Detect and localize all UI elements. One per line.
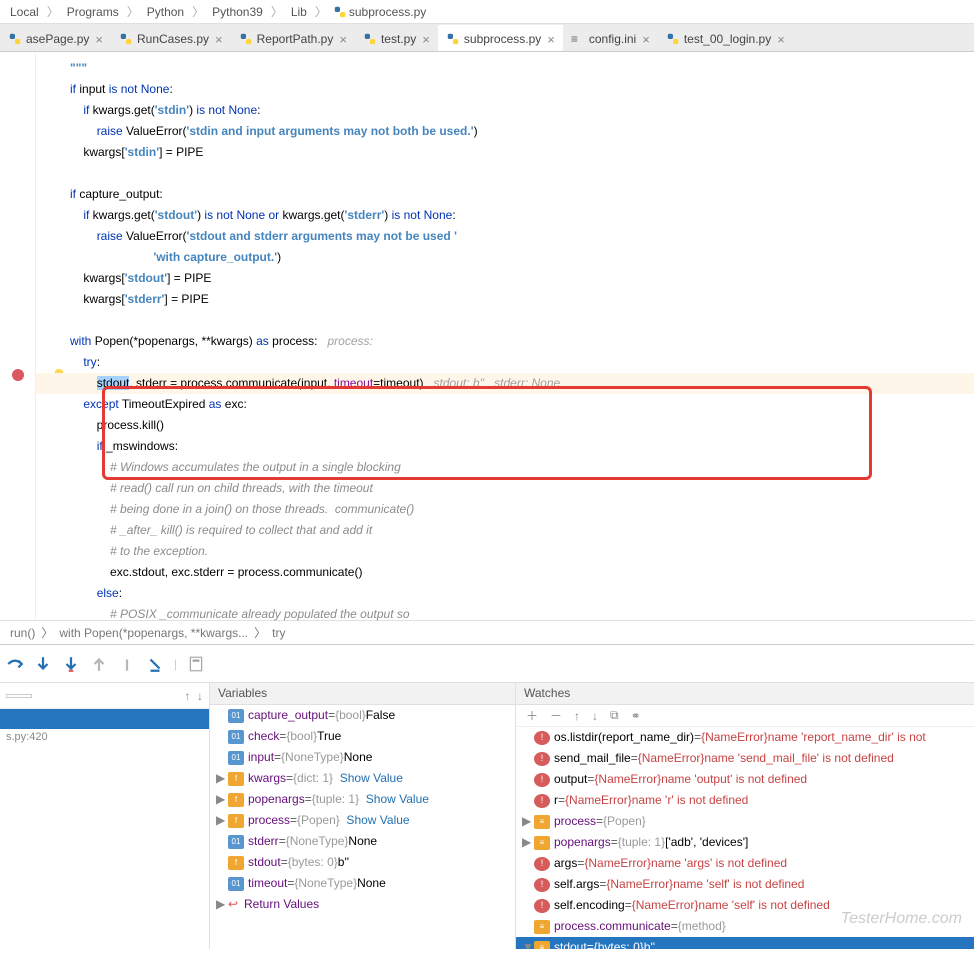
variable-row[interactable]: ▶fprocess = {Popen} Show Value [210, 810, 515, 831]
watch-row[interactable]: !r = {NameError}name 'r' is not defined [516, 790, 974, 811]
watch-row[interactable]: !os.listdir(report_name_dir) = {NameErro… [516, 727, 974, 748]
watches-header: Watches [516, 683, 974, 705]
thread-selector[interactable] [6, 694, 32, 698]
breakpoint-marker[interactable] [12, 369, 24, 381]
tab-close-icon[interactable]: × [339, 32, 347, 47]
variable-row[interactable]: fstdout = {bytes: 0} b'' [210, 852, 515, 873]
editor-tab[interactable]: ≡config.ini× [563, 25, 658, 51]
watch-row[interactable]: ▶≡popenargs = {tuple: 1} ['adb', 'device… [516, 832, 974, 853]
crumb-item[interactable]: Lib [289, 5, 309, 19]
watch-row[interactable]: ▶≡process = {Popen} [516, 811, 974, 832]
editor-tab[interactable]: test_00_login.py× [658, 25, 793, 51]
variables-pane: Variables 01capture_output = {bool} Fals… [210, 683, 516, 949]
step-over-icon[interactable] [6, 655, 24, 673]
variable-row[interactable]: 01check = {bool} True [210, 726, 515, 747]
crumb-fn[interactable]: run() [10, 626, 35, 640]
python-file-icon [333, 5, 347, 19]
variable-row[interactable]: 01capture_output = {bool} False [210, 705, 515, 726]
tab-close-icon[interactable]: × [215, 32, 223, 47]
tab-close-icon[interactable]: × [422, 32, 430, 47]
debug-panel: | ↑ ↓ s.py:420 Variables 01capture_outpu… [0, 644, 974, 949]
watch-row[interactable]: !send_mail_file = {NameError}name 'send_… [516, 748, 974, 769]
editor-tab[interactable]: ReportPath.py× [231, 25, 355, 51]
crumb-item[interactable]: Python [145, 5, 186, 19]
watches-toolbar: ＋ － ↑ ↓ ⧉ ⚭ [516, 705, 974, 727]
frame-entry[interactable]: s.py:420 [0, 729, 209, 745]
editor-tabs: asePage.py×RunCases.py×ReportPath.py×tes… [0, 24, 974, 52]
frames-pane: ↑ ↓ s.py:420 [0, 683, 210, 949]
crumb-item[interactable]: Programs [65, 5, 121, 19]
editor-tab[interactable]: asePage.py× [0, 25, 111, 51]
watch-copy-icon[interactable]: ⧉ [610, 708, 619, 723]
editor-tab[interactable]: test.py× [355, 25, 438, 51]
variable-row[interactable]: ▶fkwargs = {dict: 1} Show Value [210, 768, 515, 789]
editor-gutter [0, 52, 36, 620]
variable-row[interactable]: ▶↩Return Values [210, 894, 515, 915]
crumb-item[interactable]: subprocess.py [347, 5, 428, 19]
watch-link-icon[interactable]: ⚭ [631, 709, 641, 723]
watch-add-icon[interactable]: ＋ [526, 707, 538, 724]
code-area[interactable]: """ if input is not None: if kwargs.get(… [36, 52, 974, 620]
variable-row[interactable]: 01timeout = {NoneType} None [210, 873, 515, 894]
step-out-icon[interactable] [90, 655, 108, 673]
code-editor[interactable]: """ if input is not None: if kwargs.get(… [0, 52, 974, 620]
watch-row[interactable]: !args = {NameError}name 'args' is not de… [516, 853, 974, 874]
variable-row[interactable]: 01input = {NoneType} None [210, 747, 515, 768]
tab-close-icon[interactable]: × [95, 32, 103, 47]
variables-header: Variables [210, 683, 515, 705]
breadcrumb-bar: Local〉 Programs〉 Python〉 Python39〉 Lib〉 … [0, 0, 974, 24]
tab-close-icon[interactable]: × [547, 32, 555, 47]
crumb-item[interactable]: Python39 [210, 5, 265, 19]
watch-row[interactable]: !output = {NameError}name 'output' is no… [516, 769, 974, 790]
frame-current[interactable] [0, 709, 209, 729]
watch-up-icon[interactable]: ↑ [574, 709, 580, 723]
variable-row[interactable]: 01stderr = {NoneType} None [210, 831, 515, 852]
tab-close-icon[interactable]: × [642, 32, 650, 47]
editor-tab[interactable]: RunCases.py× [111, 25, 231, 51]
watch-down-icon[interactable]: ↓ [592, 709, 598, 723]
run-to-cursor-icon[interactable] [118, 655, 136, 673]
watch-remove-icon[interactable]: － [550, 707, 562, 724]
watch-row[interactable]: !self.args = {NameError}name 'self' is n… [516, 874, 974, 895]
crumb-item[interactable]: Local [8, 5, 41, 19]
calculator-icon[interactable] [187, 655, 205, 673]
tab-close-icon[interactable]: × [777, 32, 785, 47]
watch-row[interactable]: ▼≡stdout = {bytes: 0} b'' [516, 937, 974, 949]
watermark-text: TesterHome.com [841, 910, 962, 928]
variable-row[interactable]: ▶fpopenargs = {tuple: 1} Show Value [210, 789, 515, 810]
editor-tab[interactable]: subprocess.py× [438, 25, 563, 51]
